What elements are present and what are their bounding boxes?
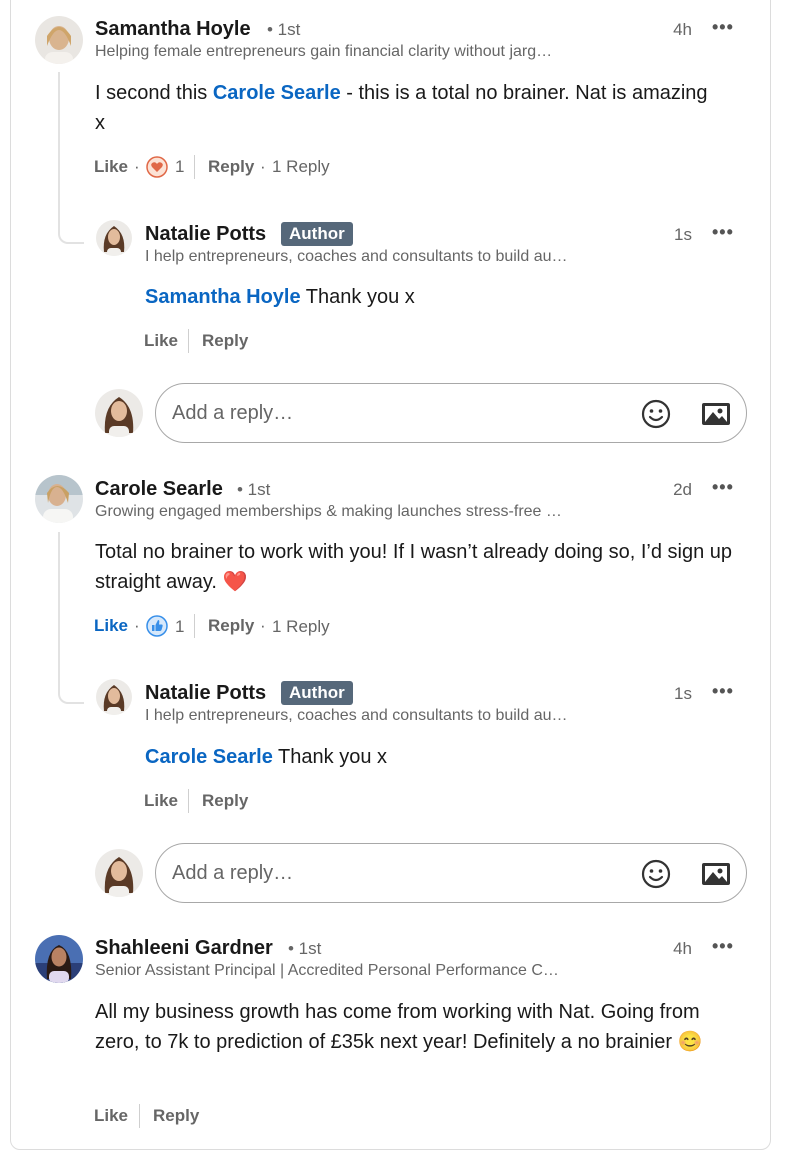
reply-button[interactable]: Reply bbox=[202, 791, 248, 811]
reply-input[interactable]: Add a reply… bbox=[155, 383, 747, 443]
separator-dot: · bbox=[260, 616, 266, 635]
more-options-icon[interactable]: ••• bbox=[712, 936, 734, 957]
avatar[interactable] bbox=[96, 679, 132, 715]
mention-link[interactable]: Carole Searle bbox=[213, 82, 341, 104]
comment-text: Total no brainer to work with you! If I … bbox=[95, 541, 733, 593]
reply-author-name[interactable]: Natalie Potts bbox=[145, 223, 266, 246]
like-button[interactable]: Like bbox=[94, 1106, 128, 1126]
reply-input[interactable]: Add a reply… bbox=[155, 843, 747, 903]
reply-button[interactable]: Reply bbox=[202, 331, 248, 351]
comment-author-name[interactable]: Carole Searle bbox=[95, 478, 223, 501]
more-options-icon[interactable]: ••• bbox=[712, 222, 734, 243]
emoji-icon[interactable] bbox=[640, 398, 672, 435]
reply-input-placeholder: Add a reply… bbox=[172, 402, 294, 424]
like-reaction-icon[interactable] bbox=[146, 615, 168, 637]
more-options-icon[interactable]: ••• bbox=[712, 681, 734, 702]
avatar[interactable] bbox=[35, 935, 83, 983]
more-options-icon[interactable]: ••• bbox=[712, 17, 734, 38]
comment-timestamp: 4h bbox=[673, 939, 692, 958]
author-badge: Author bbox=[281, 681, 353, 705]
connection-degree: • 1st bbox=[267, 20, 301, 39]
thread-connector bbox=[58, 72, 84, 244]
reply-text: Carole Searle Thank you x bbox=[145, 746, 387, 768]
comment-text: I second this Carole Searle - this is a … bbox=[95, 82, 708, 134]
emoji-icon[interactable] bbox=[640, 858, 672, 895]
mention-link[interactable]: Samantha Hoyle bbox=[145, 286, 301, 308]
author-badge: Author bbox=[281, 222, 353, 246]
image-icon[interactable] bbox=[700, 398, 732, 435]
avatar[interactable] bbox=[35, 16, 83, 64]
reaction-count[interactable]: 1 bbox=[175, 157, 184, 177]
like-button[interactable]: Like bbox=[144, 331, 178, 351]
author-headline: Helping female entrepreneurs gain financ… bbox=[95, 43, 553, 60]
replies-count-link[interactable]: 1 Reply bbox=[272, 617, 330, 637]
author-headline: Senior Assistant Principal | Accredited … bbox=[95, 962, 559, 979]
author-headline: I help entrepreneurs, coaches and consul… bbox=[145, 707, 568, 724]
thread-connector bbox=[58, 532, 84, 704]
comment-timestamp: 2d bbox=[673, 480, 692, 499]
divider bbox=[139, 1104, 140, 1128]
divider bbox=[194, 155, 195, 179]
current-user-avatar bbox=[95, 389, 143, 437]
divider bbox=[194, 614, 195, 638]
avatar[interactable] bbox=[35, 475, 83, 523]
divider bbox=[188, 329, 189, 353]
connection-degree: • 1st bbox=[288, 939, 322, 958]
like-button[interactable]: Like bbox=[94, 157, 128, 177]
divider bbox=[188, 789, 189, 813]
heart-reaction-icon[interactable] bbox=[146, 156, 168, 178]
separator-dot: · bbox=[134, 616, 140, 635]
current-user-avatar bbox=[95, 849, 143, 897]
separator-dot: · bbox=[260, 157, 266, 176]
connection-degree: • 1st bbox=[237, 480, 271, 499]
reply-button[interactable]: Reply bbox=[208, 616, 254, 636]
comment-timestamp: 4h bbox=[673, 20, 692, 39]
image-icon[interactable] bbox=[700, 858, 732, 895]
replies-count-link[interactable]: 1 Reply bbox=[272, 157, 330, 177]
comment-author-name[interactable]: Samantha Hoyle bbox=[95, 18, 251, 41]
separator-dot: · bbox=[134, 157, 140, 176]
author-headline: I help entrepreneurs, coaches and consul… bbox=[145, 248, 568, 265]
reply-timestamp: 1s bbox=[674, 225, 692, 244]
reply-button[interactable]: Reply bbox=[208, 157, 254, 177]
reply-button[interactable]: Reply bbox=[153, 1106, 199, 1126]
reply-input-placeholder: Add a reply… bbox=[172, 862, 294, 884]
like-button[interactable]: Like bbox=[94, 616, 128, 636]
reply-author-name[interactable]: Natalie Potts bbox=[145, 682, 266, 705]
mention-link[interactable]: Carole Searle bbox=[145, 746, 273, 768]
more-options-icon[interactable]: ••• bbox=[712, 477, 734, 498]
avatar[interactable] bbox=[96, 220, 132, 256]
reply-timestamp: 1s bbox=[674, 684, 692, 703]
author-headline: Growing engaged memberships & making lau… bbox=[95, 503, 562, 520]
comment-author-name[interactable]: Shahleeni Gardner bbox=[95, 937, 273, 960]
reply-text: Samantha Hoyle Thank you x bbox=[145, 286, 415, 308]
reaction-count[interactable]: 1 bbox=[175, 617, 184, 637]
like-button[interactable]: Like bbox=[144, 791, 178, 811]
comment-text: All my business growth has come from wor… bbox=[95, 1001, 703, 1053]
